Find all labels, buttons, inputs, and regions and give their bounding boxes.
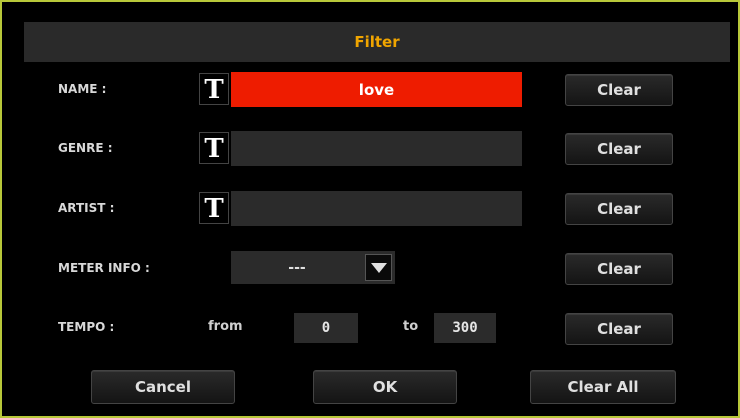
clear-tempo-button[interactable]: Clear	[565, 313, 673, 345]
clear-name-button[interactable]: Clear	[565, 74, 673, 106]
meter-info-label: METER INFO :	[58, 261, 150, 275]
clear-all-button[interactable]: Clear All	[530, 370, 676, 404]
genre-field[interactable]	[231, 131, 522, 166]
clear-artist-button[interactable]: Clear	[565, 193, 673, 225]
name-label: NAME :	[58, 82, 107, 96]
tempo-label: TEMPO :	[58, 320, 115, 334]
text-edit-icon[interactable]: T	[199, 73, 229, 105]
text-edit-icon[interactable]: T	[199, 132, 229, 164]
genre-label: GENRE :	[58, 141, 113, 155]
ok-button[interactable]: OK	[313, 370, 457, 404]
cancel-button[interactable]: Cancel	[91, 370, 235, 404]
text-edit-icon[interactable]: T	[199, 192, 229, 224]
tempo-to-label: to	[403, 319, 419, 334]
artist-field[interactable]	[231, 191, 522, 226]
name-field[interactable]: love	[231, 72, 522, 107]
clear-meter-button[interactable]: Clear	[565, 253, 673, 285]
meter-info-value: ---	[288, 259, 306, 276]
tempo-to-input[interactable]: 300	[434, 313, 496, 343]
artist-label: ARTIST :	[58, 201, 115, 215]
dialog-title: Filter	[24, 22, 730, 62]
filter-dialog: Filter NAME : T love Clear GENRE : T Cle…	[0, 0, 740, 418]
meter-info-dropdown[interactable]: ---	[231, 251, 395, 284]
tempo-from-input[interactable]: 0	[294, 313, 358, 343]
clear-genre-button[interactable]: Clear	[565, 133, 673, 165]
tempo-from-label: from	[208, 319, 243, 334]
chevron-down-icon[interactable]	[365, 254, 392, 281]
